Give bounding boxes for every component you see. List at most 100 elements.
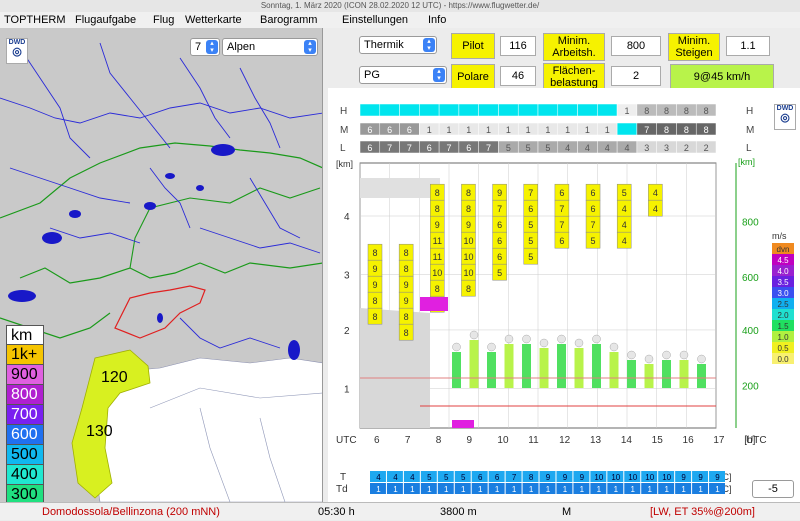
cloud-cell-value: 3 (644, 143, 649, 153)
dew-cell-value: 1 (512, 485, 517, 494)
cloud-bubble (644, 354, 654, 364)
x-tick: UTC (746, 435, 767, 446)
map-panel[interactable]: 120 130 DWD ◎ 7 ▴ ▾ Alpen ▴ ▾ km 1k+ 900… (0, 28, 323, 502)
x-tick: 17 (713, 435, 725, 446)
cloud-bubble (574, 338, 584, 348)
hour-select[interactable]: 7 ▴ ▾ (190, 38, 220, 56)
cloud-cell (517, 103, 539, 117)
cloud-bubble (697, 354, 706, 364)
weather-map[interactable]: 120 130 (0, 28, 323, 502)
menu-flugaufgabe[interactable]: Flugaufgabe (75, 12, 136, 28)
cloud-cell-value: 1 (526, 125, 531, 135)
mode-select[interactable]: Thermik ▴ ▾ (359, 36, 437, 54)
temp-cell-value: 4 (376, 473, 381, 482)
menu-toptherm[interactable]: TOPTHERM (4, 12, 66, 28)
steigen-input[interactable]: 1.1 (726, 36, 770, 56)
thermal-cell-value: 6 (497, 220, 502, 230)
cloud-cell (399, 103, 420, 117)
cloud-row-label-right-H: H (746, 106, 753, 117)
lift-bar (644, 364, 654, 388)
dew-cell-value: 1 (427, 485, 432, 494)
hour-select-value: 7 (195, 41, 202, 53)
cloud-cell-value: 5 (506, 143, 511, 153)
thermal-cell-value: 8 (404, 248, 409, 258)
arbeitsh-input[interactable]: 800 (611, 36, 661, 56)
dew-cell-value: 1 (376, 485, 381, 494)
status-marker: M (562, 506, 572, 518)
pilot-input[interactable]: 116 (500, 36, 536, 56)
thermal-cell-value: 7 (591, 220, 596, 230)
thermal-cell-value: 6 (528, 204, 533, 214)
dew-cell-value: 1 (461, 485, 466, 494)
temp-cell-value: 5 (444, 473, 449, 482)
thermal-cell-value: 10 (432, 268, 442, 278)
chevron-updown-icon[interactable]: ▴ ▾ (206, 40, 218, 54)
right-tick: 800 (742, 217, 759, 228)
thermal-cell-value: 7 (559, 220, 564, 230)
cloud-cell-value: 6 (407, 125, 412, 135)
menu-wetterkarte[interactable]: Wetterkarte (185, 12, 242, 28)
marker-bar (452, 420, 474, 428)
meteogram-chart[interactable]: H H1 8 8 8 8M M6 6 6 1 1 1 1 1 1 1 1 1 1 7 8 8 8L L6 7 7 6 7 6 7 5 5 5 4 4… (328, 88, 800, 502)
thermal-cell-value: 6 (591, 188, 596, 198)
lift-bar (522, 344, 531, 388)
thermal-cell-value: 6 (497, 236, 502, 246)
thermal-cell-value: 6 (497, 252, 502, 262)
flaechen-input[interactable]: 2 (611, 66, 661, 86)
temp-cell-value: 5 (427, 473, 432, 482)
dew-cell-value: 1 (597, 485, 602, 494)
chevron-updown-icon[interactable]: ▴ ▾ (433, 68, 445, 82)
legend-title: km (6, 325, 44, 345)
thermal-cell-value: 8 (404, 312, 409, 322)
glider-select[interactable]: PG ▴ ▾ (359, 66, 447, 84)
temp-cell-value: 9 (698, 473, 703, 482)
meteogram-panel[interactable]: HH18888MM66611111111117888LL677676755544… (328, 88, 800, 502)
cloud-row-label-H: H (340, 106, 347, 117)
cloud-cell-value: 7 (486, 143, 491, 153)
cloud-cell (537, 103, 559, 117)
region-select[interactable]: Alpen ▴ ▾ (222, 38, 318, 56)
legend-items: 1k+900800700600500400300200100 (6, 345, 44, 502)
lift-bar (662, 360, 671, 388)
menu-barogramm[interactable]: Barogramm (260, 12, 317, 28)
thermal-cell-value: 8 (466, 284, 471, 294)
dwd-swirl-icon: ◎ (12, 46, 22, 58)
cloud-cell-value: 8 (664, 106, 669, 116)
cloud-cell-value: 8 (704, 106, 709, 116)
cloud-cell-value: 8 (684, 106, 689, 116)
cloud-cell-value: 1 (565, 125, 570, 135)
thermal-cell-value: 9 (372, 264, 377, 274)
menu-info[interactable]: Info (428, 12, 446, 28)
chevron-updown-icon[interactable]: ▴ ▾ (423, 38, 435, 52)
dew-cell-value: 1 (495, 485, 500, 494)
ms-unit: m/s (772, 231, 787, 241)
thermal-cell-value: 4 (653, 188, 658, 198)
thermal-cell-value: 9 (404, 280, 409, 290)
cloud-bubble (504, 334, 514, 344)
x-tick: 6 (374, 435, 380, 446)
temp-row-label: T (340, 472, 346, 483)
status-time: 05:30 h (318, 506, 355, 518)
dew-cell-value: 1 (546, 485, 551, 494)
ms-label: 4.0 (777, 267, 789, 276)
flaechen-label: Flächen- belastung (543, 63, 605, 91)
cloud-cell-value: 1 (605, 125, 610, 135)
thermal-cell-value: 7 (528, 188, 533, 198)
menu-flug[interactable]: Flug (153, 12, 174, 28)
temp-cell-value: 10 (611, 473, 620, 482)
chevron-updown-icon[interactable]: ▴ ▾ (304, 40, 316, 54)
thermal-cell-value: 5 (497, 268, 502, 278)
cloud-cell (478, 103, 499, 117)
temp-cell-value: 9 (563, 473, 568, 482)
offset-stepper[interactable]: -5 (752, 480, 794, 498)
cloud-cell-value: 8 (684, 125, 689, 135)
thermal-cell-value: 8 (372, 312, 377, 322)
cloud-cell-value: 8 (704, 125, 709, 135)
menu-einstellungen[interactable]: Einstellungen (342, 12, 408, 28)
cloud-cell (458, 103, 479, 117)
polare-input[interactable]: 46 (500, 66, 536, 86)
cloud-bubble (487, 342, 496, 352)
temp-cell-value: 9 (715, 473, 720, 482)
thermal-cell-value: 8 (372, 248, 377, 258)
right-tick: 200 (742, 382, 759, 393)
